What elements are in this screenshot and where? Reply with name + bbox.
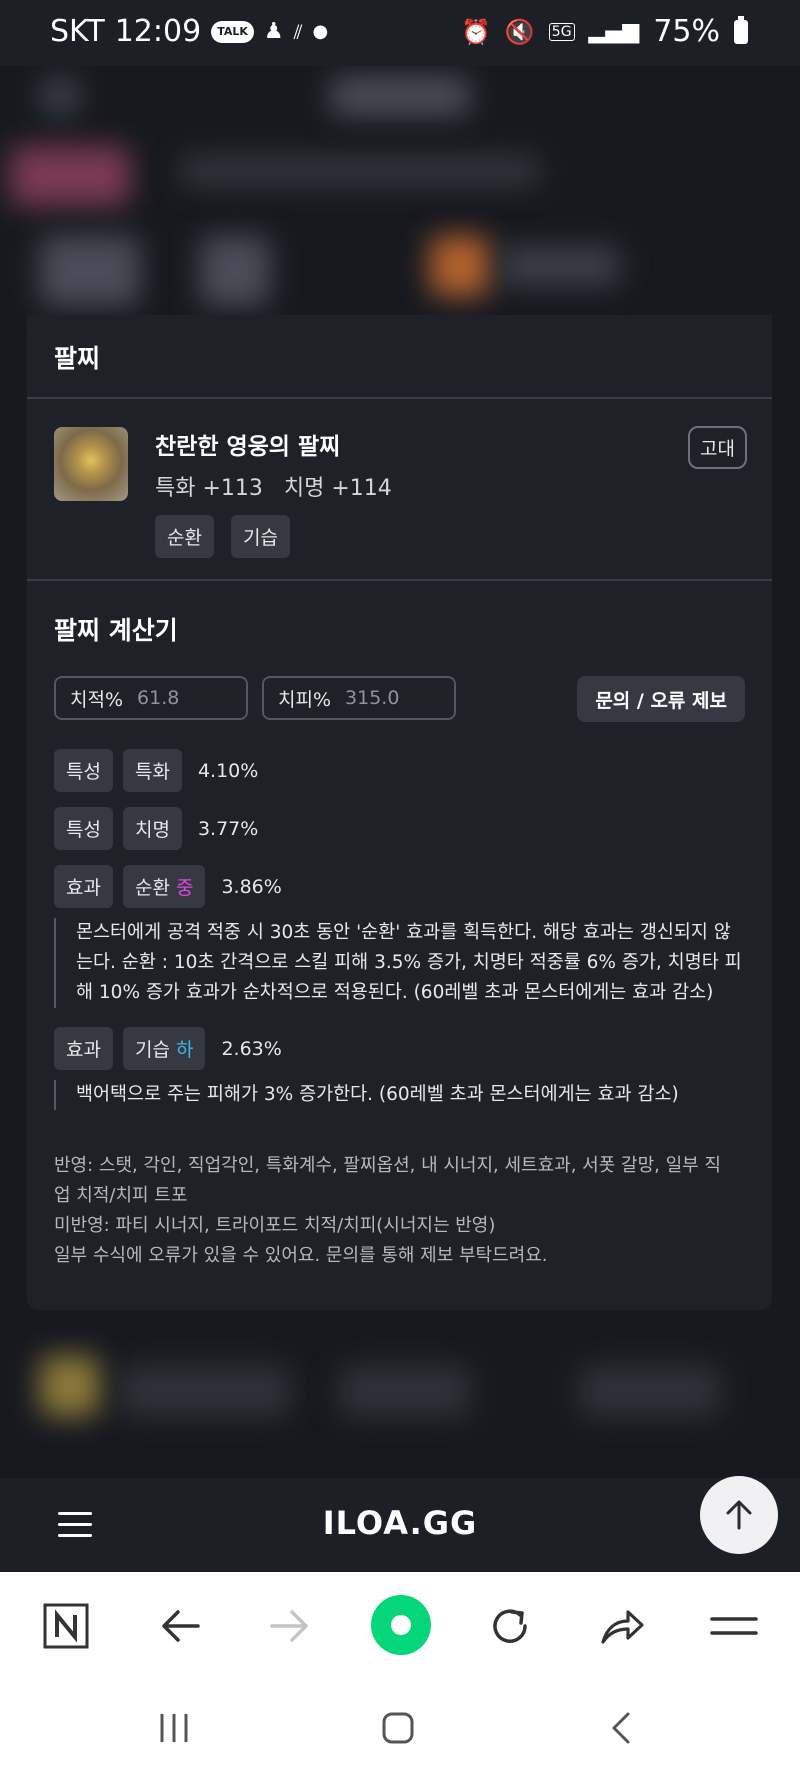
recent-apps-icon bbox=[160, 1714, 188, 1742]
effect-row: 효과 기습 하 2.63% bbox=[54, 1027, 282, 1070]
item-tag: 기습 bbox=[231, 515, 290, 558]
item-name: 찬란한 영웅의 팔찌 bbox=[155, 434, 341, 460]
row-type: 특성 bbox=[54, 807, 113, 850]
row-name: 특화 bbox=[122, 749, 182, 792]
system-nav-bar bbox=[0, 1680, 800, 1778]
forward-button[interactable] bbox=[264, 1600, 316, 1652]
crit-damage-field[interactable]: 치피% 315.0 bbox=[262, 676, 456, 720]
note-line: 일부 수식에 오류가 있을 수 있어요. 문의를 통해 제보 부탁드려요. bbox=[54, 1245, 548, 1266]
reload-button[interactable] bbox=[484, 1600, 536, 1652]
row-type: 특성 bbox=[54, 749, 113, 792]
modal-title: 팔찌 bbox=[54, 344, 101, 373]
calculator-notes: 반영: 스탯, 각인, 직업각인, 특화계수, 팔찌옵션, 내 시너지, 세트효… bbox=[54, 1151, 734, 1271]
share-arrow-icon bbox=[601, 1610, 644, 1644]
scroll-to-top-button[interactable] bbox=[700, 1476, 778, 1554]
carrier-label: SKT bbox=[50, 14, 105, 49]
row-name-chip: 순환 중 bbox=[122, 865, 206, 908]
stat-row: 특성 치명 3.77% bbox=[54, 807, 258, 850]
home-square-icon bbox=[382, 1712, 414, 1744]
back-button[interactable] bbox=[154, 1600, 206, 1652]
crit-rate-field[interactable]: 치적% 61.8 bbox=[54, 676, 248, 720]
row-type: 효과 bbox=[54, 865, 113, 908]
green-circle-icon bbox=[371, 1595, 431, 1655]
browser-toolbar bbox=[0, 1572, 800, 1680]
row-value: 4.10% bbox=[197, 759, 259, 782]
crit-damage-value: 315.0 bbox=[345, 687, 400, 709]
naver-home-button[interactable] bbox=[40, 1600, 92, 1652]
row-name: 기습 bbox=[134, 1039, 170, 1061]
mute-icon: 🔇 bbox=[504, 17, 535, 46]
row-grade: 중 bbox=[175, 877, 194, 899]
alarm-icon: ⏰ bbox=[461, 17, 491, 46]
two-line-menu-icon bbox=[710, 1617, 758, 1635]
divider bbox=[27, 579, 772, 581]
note-line: 반영: 스탯, 각인, 직업각인, 특화계수, 팔찌옵션, 내 시너지, 세트효… bbox=[54, 1155, 721, 1206]
row-value: 2.63% bbox=[221, 1037, 282, 1060]
system-back-button[interactable] bbox=[604, 1710, 640, 1750]
bracelet-modal: 팔찌 찬란한 영웅의 팔찌 특화 +113 치명 +114 고대 순환 기습 팔… bbox=[27, 315, 772, 1310]
effect-row: 효과 순환 중 3.86% bbox=[54, 865, 282, 908]
site-logo[interactable]: ILOA.GG bbox=[0, 1504, 800, 1542]
bracelet-image bbox=[54, 427, 128, 501]
row-type: 효과 bbox=[54, 1027, 113, 1070]
chevron-left-icon bbox=[612, 1712, 630, 1744]
row-name: 순환 bbox=[134, 877, 170, 899]
naver-n-icon bbox=[43, 1603, 89, 1649]
more-dot-icon: ● bbox=[312, 21, 329, 42]
browser-menu-button[interactable] bbox=[708, 1600, 760, 1652]
effect-description: 백어택으로 주는 피해가 3% 증가한다. (60레벨 초과 몬스터에게는 효과… bbox=[54, 1080, 744, 1110]
item-tag: 순환 bbox=[155, 515, 214, 558]
effect-description: 몬스터에게 공격 적중 시 30초 동안 '순환' 효과를 획득한다. 해당 효… bbox=[54, 918, 744, 1008]
reload-icon bbox=[493, 1609, 527, 1643]
item-stats: 특화 +113 치명 +114 bbox=[155, 476, 392, 501]
clock: 12:09 bbox=[114, 14, 202, 49]
row-value: 3.86% bbox=[221, 875, 282, 898]
row-value: 3.77% bbox=[197, 817, 259, 840]
home-button[interactable] bbox=[380, 1710, 416, 1750]
note-line: 미반영: 파티 시너지, 트라이포드 치적/치피(시너지는 반영) bbox=[54, 1215, 496, 1236]
status-bar: SKT 12:09 TALK ♟ ⫽ ● ⏰ 🔇 5G ▂▄▆ 75% bbox=[0, 0, 800, 66]
kakaotalk-icon: TALK bbox=[211, 20, 254, 43]
row-name-chip: 기습 하 bbox=[122, 1027, 206, 1070]
crit-rate-label: 치적% bbox=[70, 688, 124, 711]
battery-icon bbox=[734, 15, 748, 44]
row-grade: 하 bbox=[175, 1039, 194, 1061]
arrow-left-icon bbox=[162, 1610, 200, 1642]
share-button[interactable] bbox=[596, 1600, 648, 1652]
battery-percent: 75% bbox=[653, 14, 720, 49]
recent-apps-button[interactable] bbox=[156, 1710, 192, 1750]
arrow-up-icon bbox=[726, 1500, 752, 1530]
site-bottom-bar: ILOA.GG bbox=[0, 1478, 800, 1572]
row-name: 치명 bbox=[122, 807, 182, 850]
divider bbox=[27, 397, 772, 399]
stat-row: 특성 특화 4.10% bbox=[54, 749, 258, 792]
network-badge: 5G bbox=[548, 22, 575, 41]
report-button[interactable]: 문의 / 오류 제보 bbox=[577, 676, 745, 722]
calculator-title: 팔찌 계산기 bbox=[54, 616, 178, 645]
signal-icon: ▂▄▆ bbox=[588, 19, 640, 44]
arrow-right-icon bbox=[270, 1610, 308, 1642]
notification-icon: ♟ bbox=[263, 19, 284, 44]
crit-damage-label: 치피% bbox=[278, 688, 332, 711]
green-dot-button[interactable] bbox=[370, 1594, 432, 1656]
crit-rate-value: 61.8 bbox=[137, 687, 180, 709]
signal-stripes-icon: ⫽ bbox=[293, 19, 303, 44]
grade-badge: 고대 bbox=[688, 426, 747, 469]
